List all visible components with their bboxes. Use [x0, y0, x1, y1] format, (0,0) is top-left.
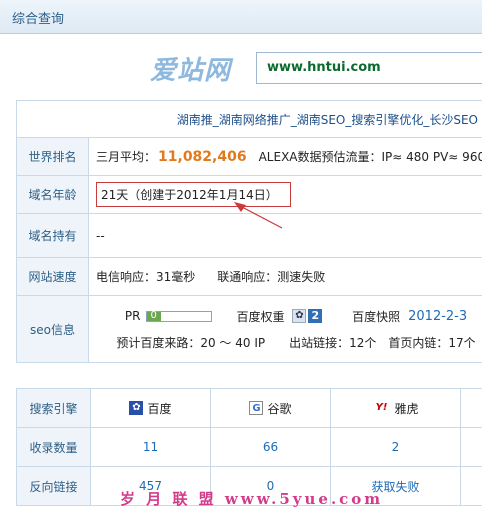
indexed-google[interactable]: 66: [211, 428, 331, 466]
alexa-traffic: ALEXA数据预估流量：IP≈ 480 PV≈ 960: [258, 150, 482, 164]
search-input[interactable]: www.hntui.com: [256, 52, 482, 84]
site-title-row: 湖南推_湖南网络推广_湖南SEO_搜索引擎优化_长沙SEO: [17, 101, 482, 138]
yahoo-icon: Y!: [375, 402, 388, 413]
engine-header-label: 搜索引擎: [17, 389, 91, 427]
age-label: 域名年龄: [17, 176, 89, 213]
speed-label: 网站速度: [17, 258, 89, 295]
engine-name: 雅虎: [394, 401, 419, 416]
speed-row: 网站速度 电信响应：31毫秒 联通响应：测速失败: [17, 258, 482, 296]
seo-line-1: PR 0 百度权重 ✿ 2 百度快照 2012-2-3: [125, 303, 467, 329]
engine-name: 谷歌: [267, 401, 292, 416]
snapshot-date[interactable]: 2012-2-3: [408, 309, 467, 324]
speed-value: 电信响应：31毫秒 联通响应：测速失败: [89, 258, 482, 295]
watermark: 岁 月 联 盟 www.5yue.com: [120, 490, 384, 508]
engine-yahoo[interactable]: Y! 雅虎: [331, 389, 461, 427]
baidu-paw-icon: ✿: [292, 309, 307, 323]
indexed-row: 收录数量 11 66 2: [17, 428, 482, 467]
pr-label: PR: [124, 309, 141, 323]
page-title: 综合查询: [12, 12, 65, 27]
engine-header-row: 搜索引擎 ✿ 百度 G 谷歌 Y! 雅虎: [17, 389, 482, 428]
baidu-weight-value[interactable]: 2: [308, 309, 323, 323]
aizhan-logo: 爱站网: [150, 56, 232, 86]
unicom-speed: 联通响应：测速失败: [217, 270, 326, 284]
google-icon: G: [249, 401, 264, 415]
indexed-yahoo[interactable]: 2: [331, 428, 461, 466]
engine-extra: [461, 389, 482, 427]
telecom-speed: 电信响应：31毫秒: [96, 270, 196, 284]
rank-row: 世界排名 三月平均： 11,082,406 ALEXA数据预估流量：IP≈ 48…: [17, 138, 482, 176]
indexed-extra: [461, 428, 482, 466]
rank-avg-value: 11,082,406: [158, 148, 247, 165]
engine-google[interactable]: G 谷歌: [211, 389, 331, 427]
annotation-arrow: [234, 202, 283, 229]
indexed-label: 收录数量: [17, 428, 91, 466]
seo-label: seo信息: [17, 296, 89, 362]
snapshot-label: 百度快照: [352, 309, 401, 324]
pr-value: 0: [150, 309, 157, 321]
site-title-link[interactable]: 湖南推_湖南网络推广_湖南SEO_搜索引擎优化_长沙SEO: [17, 101, 482, 137]
baidu-icon: ✿: [129, 401, 144, 415]
engine-name: 百度: [147, 401, 172, 416]
rank-label: 世界排名: [17, 138, 89, 175]
pr-bar: 0: [146, 309, 213, 322]
seo-line-2: 预计百度来路：20 ～ 40 IP 出站链接：12个 首页内链：17个: [116, 335, 476, 350]
backlinks-label: 反向链接: [17, 467, 91, 505]
rank-value: 三月平均： 11,082,406 ALEXA数据预估流量：IP≈ 480 PV≈…: [89, 138, 482, 175]
search-input-value: www.hntui.com: [267, 60, 381, 75]
backlinks-extra: [461, 467, 482, 505]
owner-label: 域名持有: [17, 214, 89, 257]
engine-baidu[interactable]: ✿ 百度: [91, 389, 211, 427]
baidu-weight-label: 百度权重: [236, 309, 285, 324]
seo-row: seo信息 PR 0 百度权重 ✿ 2 百度快照 2012-2-3 预计百度来路…: [17, 296, 482, 362]
header-bar: 综合查询: [0, 0, 482, 34]
seo-values: PR 0 百度权重 ✿ 2 百度快照 2012-2-3 预计百度来路：20 ～ …: [89, 296, 482, 362]
rank-avg-label: 三月平均：: [96, 150, 157, 164]
indexed-baidu[interactable]: 11: [91, 428, 211, 466]
